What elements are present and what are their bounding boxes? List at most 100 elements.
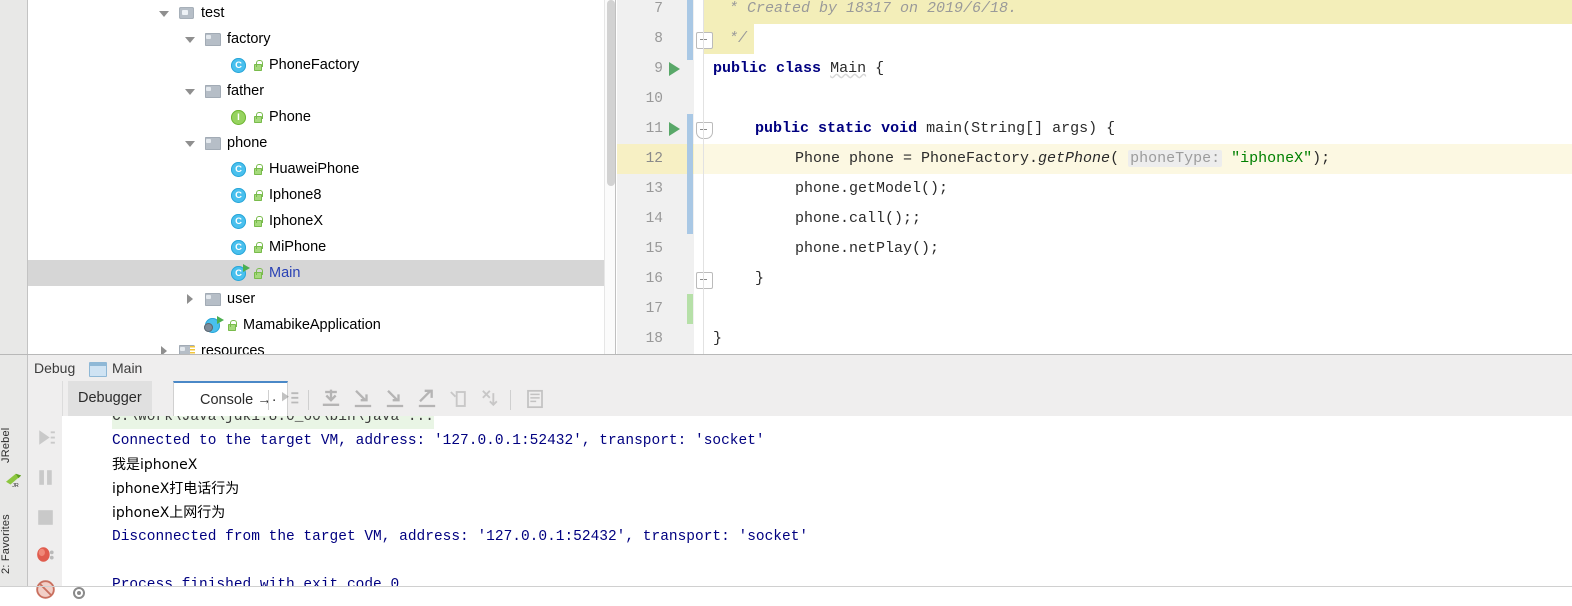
tree-item-test[interactable]: test [28, 0, 616, 26]
show-execution-point-icon[interactable] [274, 385, 304, 413]
java-class-icon: C [231, 240, 246, 255]
chevron-down-icon[interactable] [185, 34, 196, 45]
run-gutter-icon[interactable] [669, 122, 680, 136]
line-number: 10 [645, 91, 663, 107]
tab-debugger[interactable]: Debugger [68, 381, 152, 416]
tree-item-resources[interactable]: resources [28, 338, 616, 354]
code-line: * Created by 18317 on 2019/6/18. [729, 0, 1017, 24]
left-tool-rail: JRebel JR 2: Favorites [0, 0, 28, 587]
run-gutter-icon[interactable] [669, 62, 680, 76]
tree-item-mamabikeapplication[interactable]: MamabikeApplication [28, 312, 616, 338]
code-fold-icon[interactable] [696, 122, 713, 139]
folder-icon [205, 33, 221, 46]
rerun-icon[interactable] [33, 425, 58, 450]
chevron-down-icon[interactable] [185, 138, 196, 149]
drop-frame-icon[interactable] [444, 385, 474, 413]
spring-class-icon [204, 316, 224, 333]
console-line: 我是iphoneX [112, 457, 198, 473]
stop-icon[interactable] [33, 505, 58, 530]
chevron-down-icon[interactable] [185, 86, 196, 97]
line-number: 15 [645, 241, 663, 257]
favorites-tool-button[interactable]: 2: Favorites [0, 505, 27, 583]
line-number: 14 [645, 211, 663, 227]
tree-item-label: IphoneX [269, 213, 324, 229]
step-over-icon[interactable] [316, 385, 346, 413]
tree-item-label: PhoneFactory [269, 57, 360, 73]
line-number: 17 [645, 301, 663, 317]
vcs-change-marker[interactable] [687, 114, 693, 234]
package-root-icon [179, 7, 194, 19]
java-interface-icon: I [231, 110, 246, 125]
view-breakpoints-icon[interactable] [33, 542, 58, 567]
evaluate-expression-icon[interactable] [520, 385, 550, 413]
tree-item-huaweiphone[interactable]: C HuaweiPhone [28, 156, 616, 182]
tree-item-phonefactory[interactable]: C PhoneFactory [28, 52, 616, 78]
javadoc-end: */ [729, 30, 748, 47]
line-number: 12 [645, 151, 663, 167]
java-class-icon: C [231, 58, 246, 73]
run-to-cursor-icon[interactable] [476, 385, 506, 413]
console-line: Process finished with exit code 0 [112, 577, 400, 587]
mute-breakpoints-icon[interactable] [33, 577, 58, 602]
project-tree[interactable]: test factory C PhoneFactory father I Phone phon… [28, 0, 616, 354]
code-line: public static void main(String[] args) { [755, 120, 1116, 137]
tree-item-iphonex[interactable]: C IphoneX [28, 208, 616, 234]
line-number: 16 [645, 271, 663, 287]
run-arrow-overlay-icon [217, 316, 224, 324]
intellij-idea-window: JRebel JR 2: Favorites test factory C Phone… [0, 0, 1572, 599]
console-output[interactable]: C:\work\Java\jdk1.8.0_60\bin\java ... Con… [62, 416, 1572, 587]
force-step-into-icon[interactable] [380, 385, 410, 413]
debug-tab-bar: Debugger Console →· [28, 381, 1572, 417]
tree-item-iphone8[interactable]: C Iphone8 [28, 182, 616, 208]
jrebel-tool-button[interactable]: JRebel [0, 415, 27, 475]
tree-item-label: Main [269, 265, 301, 281]
step-into-icon[interactable] [348, 385, 378, 413]
panel-divider [615, 0, 616, 354]
run-config-icon [89, 362, 107, 377]
tree-item-phone[interactable]: phone [28, 130, 616, 156]
line-number: 7 [654, 1, 663, 17]
tree-item-label: MiPhone [269, 239, 327, 255]
console-line: iphoneX打电话行为 [112, 481, 240, 497]
run-arrow-overlay-icon [243, 264, 250, 272]
access-modifier-icon [252, 216, 263, 228]
debug-config-name: Main [112, 360, 143, 376]
tree-item-label: test [201, 5, 225, 21]
javadoc-text: * Created by 18317 on 2019/6/18. [729, 0, 1018, 17]
tree-item-label: Phone [269, 109, 311, 125]
access-modifier-icon [252, 164, 263, 176]
code-editor[interactable]: 7 8 9 10 11 12 13 14 15 16 17 18 * Created by 18317… [617, 0, 1572, 354]
console-line: iphoneX上网行为 [112, 505, 226, 521]
spring-leaf-overlay-icon [204, 323, 213, 332]
debug-actions-column [28, 381, 63, 599]
tree-item-label: father [227, 83, 265, 99]
code-line: phone.netPlay(); [795, 240, 940, 257]
chevron-right-icon[interactable] [159, 346, 170, 354]
console-line: Disconnected from the target VM, address… [112, 529, 809, 545]
code-line: } [755, 270, 765, 287]
scrollbar-thumb[interactable] [607, 0, 615, 186]
step-out-icon[interactable] [412, 385, 442, 413]
access-modifier-icon [252, 112, 263, 124]
vcs-change-marker[interactable] [687, 0, 693, 60]
java-class-icon: C [231, 162, 246, 177]
tree-item-user[interactable]: user [28, 286, 616, 312]
tree-item-father[interactable]: father [28, 78, 616, 104]
vcs-change-marker[interactable] [687, 294, 693, 324]
java-class-icon: C [231, 188, 246, 203]
folder-icon [205, 293, 221, 306]
tree-item-main[interactable]: C Main [28, 260, 616, 286]
line-number: 9 [654, 61, 663, 77]
tree-item-phone[interactable]: I Phone [28, 104, 616, 130]
pause-icon[interactable] [33, 465, 58, 490]
tree-item-factory[interactable]: factory [28, 26, 616, 52]
chevron-down-icon[interactable] [159, 8, 170, 19]
debug-title: Debug [34, 360, 76, 376]
tree-item-miphone[interactable]: C MiPhone [28, 234, 616, 260]
chevron-right-icon[interactable] [185, 294, 196, 305]
console-line: C:\work\Java\jdk1.8.0_60\bin\java ... [112, 416, 434, 429]
tab-console[interactable]: Console →· [173, 381, 288, 416]
code-fold-icon[interactable] [696, 272, 713, 289]
console-line: Connected to the target VM, address: '12… [112, 433, 765, 449]
code-fold-icon[interactable] [696, 32, 713, 49]
